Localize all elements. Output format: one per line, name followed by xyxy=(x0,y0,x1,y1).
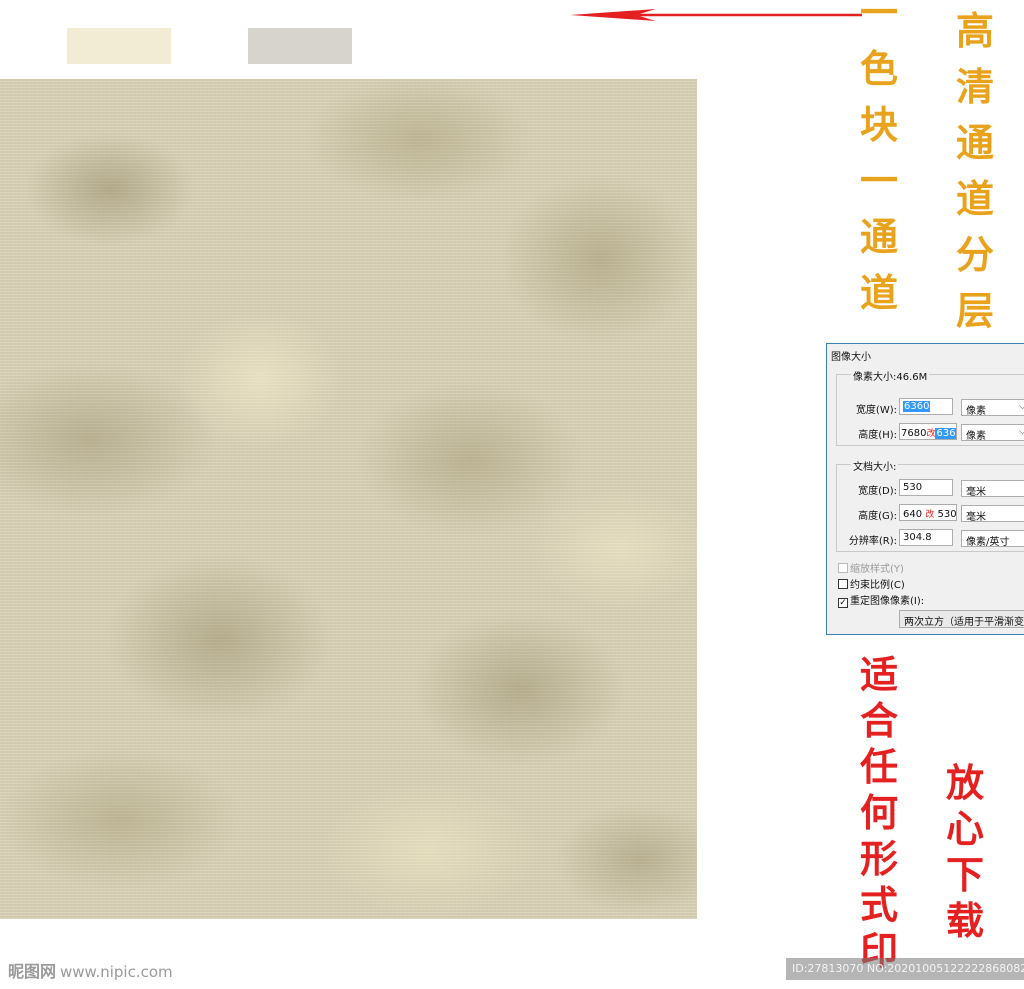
doc-height-input[interactable]: 640 改 530 xyxy=(899,504,957,521)
color-swatch-cream xyxy=(67,28,171,64)
width-input[interactable]: 6360 xyxy=(899,398,953,415)
resolution-unit-select[interactable]: 像素/英寸 xyxy=(961,530,1024,547)
width-unit-select[interactable]: 像素⌵ xyxy=(961,399,1024,416)
constrain-proportions-checkbox[interactable]: 约束比例(C) xyxy=(838,576,905,591)
resolution-label: 分辨率(R): xyxy=(848,536,897,547)
red-arrow-icon xyxy=(570,9,862,21)
pixel-dimensions-label: 像素大小:46.6M xyxy=(851,368,930,383)
width-label: 宽度(W): xyxy=(855,405,897,416)
height-unit-select[interactable]: 像素⌵ xyxy=(961,424,1024,441)
doc-height-label: 高度(G): xyxy=(858,511,897,522)
chevron-down-icon: ⌵ xyxy=(1019,427,1024,437)
image-id-bar: ID:27813070 NO:20201005122222868082 xyxy=(786,958,1024,980)
height-label: 高度(H): xyxy=(858,430,897,441)
annotation-download-safe: 放 心 下 载 xyxy=(945,760,984,943)
document-size-label: 文档大小: xyxy=(851,458,899,473)
image-size-dialog: 图像大小 像素大小:46.6M 宽度(W): 6360 像素⌵ 高度(H): 7… xyxy=(826,343,1024,635)
doc-width-input[interactable]: 530 xyxy=(899,479,953,496)
annotation-color-block-channel: 一 色 块 一 通 道 xyxy=(859,0,898,315)
fabric-texture-image xyxy=(0,79,697,919)
resample-image-checkbox[interactable]: ✓ 重定图像像素(I): xyxy=(838,592,924,608)
annotation-hd-channel-layers: 高 清 通 道 分 层 xyxy=(955,8,994,333)
scale-styles-checkbox[interactable]: 缩放样式(Y) xyxy=(838,560,904,575)
doc-width-unit-select[interactable]: 毫米 xyxy=(961,480,1024,497)
height-input[interactable]: 7680改6360 xyxy=(899,423,957,440)
resolution-input[interactable]: 304.8 xyxy=(899,529,953,546)
color-swatch-gray xyxy=(248,28,352,64)
resample-method-select[interactable]: 两次立方（适用于平滑渐变 xyxy=(899,610,1024,628)
chevron-down-icon: ⌵ xyxy=(1019,402,1024,412)
doc-width-label: 宽度(D): xyxy=(858,486,897,497)
dialog-title: 图像大小 xyxy=(831,352,871,363)
site-watermark: 昵图网 www.nipic.com xyxy=(8,962,173,981)
checkmark-icon: ✓ xyxy=(838,598,848,608)
doc-height-unit-select[interactable]: 毫米 xyxy=(961,505,1024,522)
annotation-fit-any-print: 适 合 任 何 形 式 印 xyxy=(859,652,898,973)
